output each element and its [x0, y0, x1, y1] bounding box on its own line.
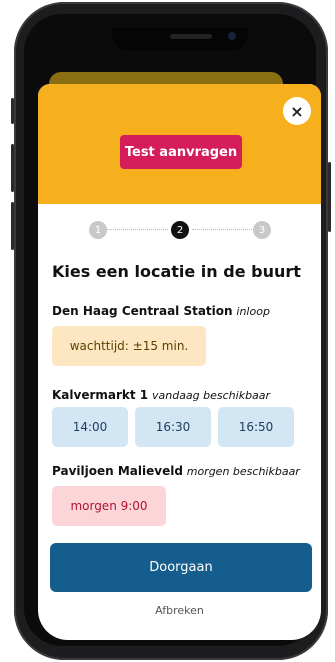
stepper-connector [192, 229, 254, 230]
location-note: morgen beschikbaar [186, 465, 300, 478]
power-button [328, 162, 331, 232]
doorgaan-button[interactable]: Doorgaan [50, 543, 312, 592]
location-note: vandaag beschikbaar [151, 389, 271, 402]
location-label: Kalvermarkt 1 vandaag beschikbaar [52, 388, 270, 402]
volume-down-button [11, 202, 14, 250]
notch [112, 28, 248, 50]
volume-up-button [11, 144, 14, 192]
location-label: Paviljoen Malieveld morgen beschikbaar [52, 464, 300, 478]
location-label: Den Haag Centraal Station inloop [52, 304, 270, 318]
time-slot-button[interactable]: 14:00 [52, 407, 128, 447]
step-3: 3 [253, 221, 271, 239]
test-aanvragen-button[interactable]: Test aanvragen [120, 135, 242, 169]
location-name: Kalvermarkt 1 [52, 388, 149, 402]
close-button[interactable]: × [283, 97, 311, 125]
afbreken-link[interactable]: Afbreken [38, 604, 321, 617]
wait-time-pill[interactable]: wachttijd: ±15 min. [52, 326, 206, 366]
time-slot-button[interactable]: morgen 9:00 [52, 486, 166, 526]
location-name: Paviljoen Malieveld [52, 464, 183, 478]
page-title: Kies een locatie in de buurt [52, 262, 301, 281]
location-note: inloop [236, 305, 270, 318]
location-name: Den Haag Centraal Station [52, 304, 233, 318]
front-camera [228, 32, 236, 40]
stepper-connector [106, 229, 168, 230]
close-icon: × [290, 101, 304, 121]
speaker-grille [170, 34, 212, 39]
time-slot-button[interactable]: 16:50 [218, 407, 294, 447]
time-slot-button[interactable]: 16:30 [135, 407, 211, 447]
location-modal: × Test aanvragen 1 2 3 Kies een locatie … [38, 84, 321, 640]
step-1: 1 [89, 221, 107, 239]
mute-switch [11, 98, 14, 124]
step-2-active: 2 [171, 221, 189, 239]
